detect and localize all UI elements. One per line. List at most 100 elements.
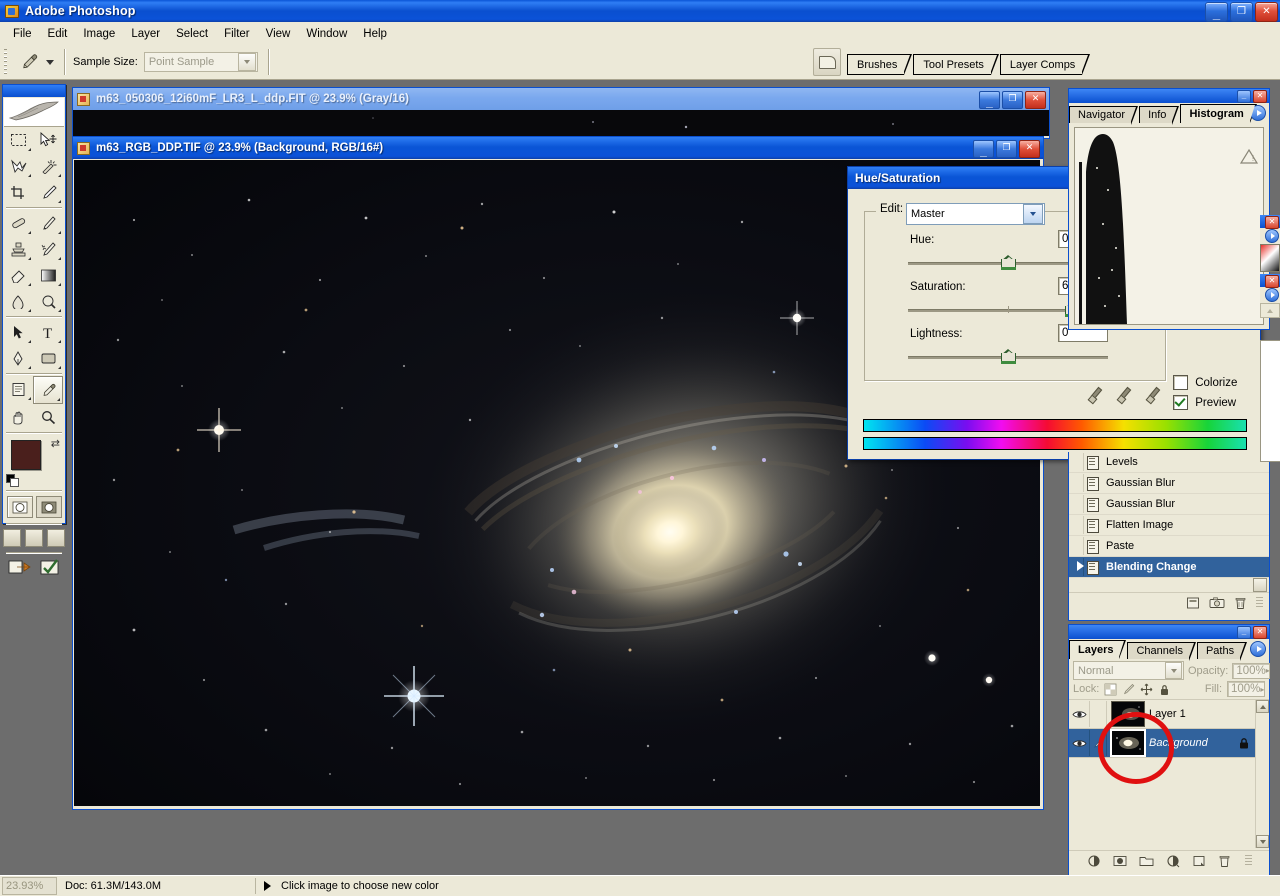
colorize-checkbox[interactable] [1173, 375, 1188, 390]
history-state-row[interactable]: Gaussian Blur [1069, 473, 1269, 494]
menu-item-file[interactable]: File [5, 26, 40, 42]
preview-checkbox[interactable] [1173, 395, 1188, 410]
tab-channels[interactable]: Channels [1127, 642, 1197, 661]
layers-scrollbar[interactable] [1255, 700, 1269, 848]
menu-item-filter[interactable]: Filter [216, 26, 258, 42]
delete-layer-icon[interactable] [1218, 854, 1231, 868]
tool-history-brush[interactable] [33, 236, 63, 262]
tool-move[interactable] [33, 127, 63, 153]
subtract-from-sample-eyedropper-icon[interactable]: − [1145, 386, 1161, 405]
tool-shape[interactable] [33, 345, 63, 371]
histogram-palette-gripper[interactable]: _ ✕ [1069, 89, 1269, 103]
tab-paths[interactable]: Paths [1196, 642, 1248, 661]
tab-navigator[interactable]: Navigator [1069, 106, 1139, 125]
lock-all-icon[interactable] [1158, 683, 1171, 696]
doc-restore-button-fit[interactable]: ❐ [1002, 91, 1023, 109]
new-layer-icon[interactable] [1192, 854, 1206, 868]
jump-to-imageready-icon[interactable] [8, 559, 32, 576]
file-browser-button[interactable] [813, 48, 841, 76]
tool-crop[interactable] [3, 179, 33, 205]
blend-mode-select[interactable]: Normal [1073, 661, 1184, 680]
tool-eraser[interactable] [3, 262, 33, 288]
add-to-sample-eyedropper-icon[interactable]: + [1116, 386, 1132, 405]
layer-style-icon[interactable] [1087, 854, 1101, 868]
document-canvas-fit[interactable] [73, 110, 1049, 136]
foreground-color-swatch[interactable] [11, 440, 41, 470]
lock-position-icon[interactable] [1140, 683, 1153, 696]
collapsed-swatches-menu-button[interactable] [1265, 288, 1279, 302]
history-palette-resize-grip[interactable] [1256, 597, 1263, 609]
well-tab-layer-comps[interactable]: Layer Comps [999, 54, 1091, 75]
tool-eyedropper[interactable] [33, 376, 63, 404]
app-minimize-button[interactable]: _ [1205, 2, 1228, 22]
doc-close-button-rgb[interactable]: ✕ [1019, 140, 1040, 158]
tool-blur[interactable] [3, 288, 33, 314]
edit-channel-select[interactable]: Master [906, 203, 1045, 225]
tool-clone-stamp[interactable] [3, 236, 33, 262]
tool-gradient[interactable] [33, 262, 63, 288]
collapsed-swatches-scroll-up[interactable] [1260, 303, 1280, 318]
navigator-info-histogram-palette[interactable]: _ ✕ Navigator Info Histogram ! [1068, 88, 1270, 330]
app-close-button[interactable]: ✕ [1255, 2, 1278, 22]
full-screen-with-menu-button[interactable] [25, 529, 43, 547]
current-tool-picker[interactable] [13, 47, 60, 77]
tool-dodge[interactable] [33, 288, 63, 314]
menu-item-image[interactable]: Image [75, 26, 123, 42]
layers-scroll-up-button[interactable] [1256, 700, 1269, 713]
well-tab-tool-presets[interactable]: Tool Presets [913, 54, 999, 75]
collapsed-swatches-close-button[interactable]: ✕ [1265, 275, 1279, 288]
layers-scroll-down-button[interactable] [1256, 835, 1269, 848]
swap-colors-icon[interactable]: ⇄ [51, 437, 60, 450]
colorize-checkbox-row[interactable]: Colorize [1173, 375, 1237, 390]
menu-item-select[interactable]: Select [168, 26, 216, 42]
tools-palette-gripper[interactable] [3, 85, 65, 97]
document-title-bar-fit[interactable]: m63_050306_12i60mF_LR3_L_ddp.FIT @ 23.9%… [73, 88, 1049, 110]
well-tab-brushes[interactable]: Brushes [847, 54, 913, 75]
tab-histogram[interactable]: Histogram [1180, 104, 1258, 124]
standard-screen-mode-button[interactable] [3, 529, 21, 547]
lock-transparent-pixels-icon[interactable] [1104, 683, 1117, 696]
tab-layers[interactable]: Layers [1069, 640, 1128, 660]
tool-rectangular-marquee[interactable] [3, 127, 33, 153]
collapsed-color-menu-button[interactable] [1265, 229, 1279, 243]
history-palette[interactable]: Levels Gaussian Blur Gaussian Blur Flatt… [1068, 452, 1270, 621]
new-group-icon[interactable] [1139, 854, 1154, 868]
history-snapshot-toggle[interactable] [1069, 537, 1084, 555]
layers-close-button[interactable]: ✕ [1253, 626, 1267, 639]
menu-item-view[interactable]: View [258, 26, 299, 42]
history-current-state-marker[interactable] [1069, 558, 1084, 576]
tool-lasso[interactable] [3, 153, 33, 179]
layer-visibility-toggle[interactable] [1069, 701, 1090, 727]
zoom-level-field[interactable]: 23.93% [2, 877, 57, 895]
doc-minimize-button-rgb[interactable]: _ [973, 140, 994, 158]
lock-image-pixels-icon[interactable] [1122, 683, 1135, 696]
tool-zoom[interactable] [33, 404, 63, 430]
fill-input[interactable]: 100% ▸ [1227, 681, 1265, 697]
collapsed-color-close-button[interactable]: ✕ [1265, 216, 1279, 229]
app-restore-button[interactable]: ❐ [1230, 2, 1253, 22]
tab-info[interactable]: Info [1139, 106, 1180, 125]
hue-slider-thumb[interactable] [1001, 255, 1016, 270]
tool-type[interactable]: T [33, 319, 63, 345]
history-state-row[interactable]: Paste [1069, 536, 1269, 557]
sample-eyedropper-icon[interactable] [1087, 386, 1103, 404]
lightness-slider[interactable] [908, 349, 1108, 364]
tool-magic-wand[interactable] [33, 153, 63, 179]
doc-close-button-fit[interactable]: ✕ [1025, 91, 1046, 109]
history-snapshot-toggle[interactable] [1069, 495, 1084, 513]
tool-notes[interactable] [3, 376, 33, 402]
menu-item-layer[interactable]: Layer [123, 26, 168, 42]
adjustment-layer-icon[interactable] [1166, 854, 1180, 868]
collapsed-styles-palette[interactable] [1260, 340, 1280, 462]
standard-mode-button[interactable] [6, 496, 33, 518]
layers-palette-resize-grip[interactable] [1244, 855, 1252, 867]
history-snapshot-toggle[interactable] [1069, 516, 1084, 534]
new-document-from-state-icon[interactable] [1186, 596, 1200, 610]
histogram-close-button[interactable]: ✕ [1253, 90, 1267, 103]
tool-preset-dropdown-arrow[interactable] [46, 59, 54, 65]
history-state-row[interactable]: Flatten Image [1069, 515, 1269, 536]
full-screen-mode-button[interactable] [47, 529, 65, 547]
tool-healing-brush[interactable] [3, 210, 33, 236]
tool-path-selection[interactable] [3, 319, 33, 345]
tool-brush[interactable] [33, 210, 63, 236]
